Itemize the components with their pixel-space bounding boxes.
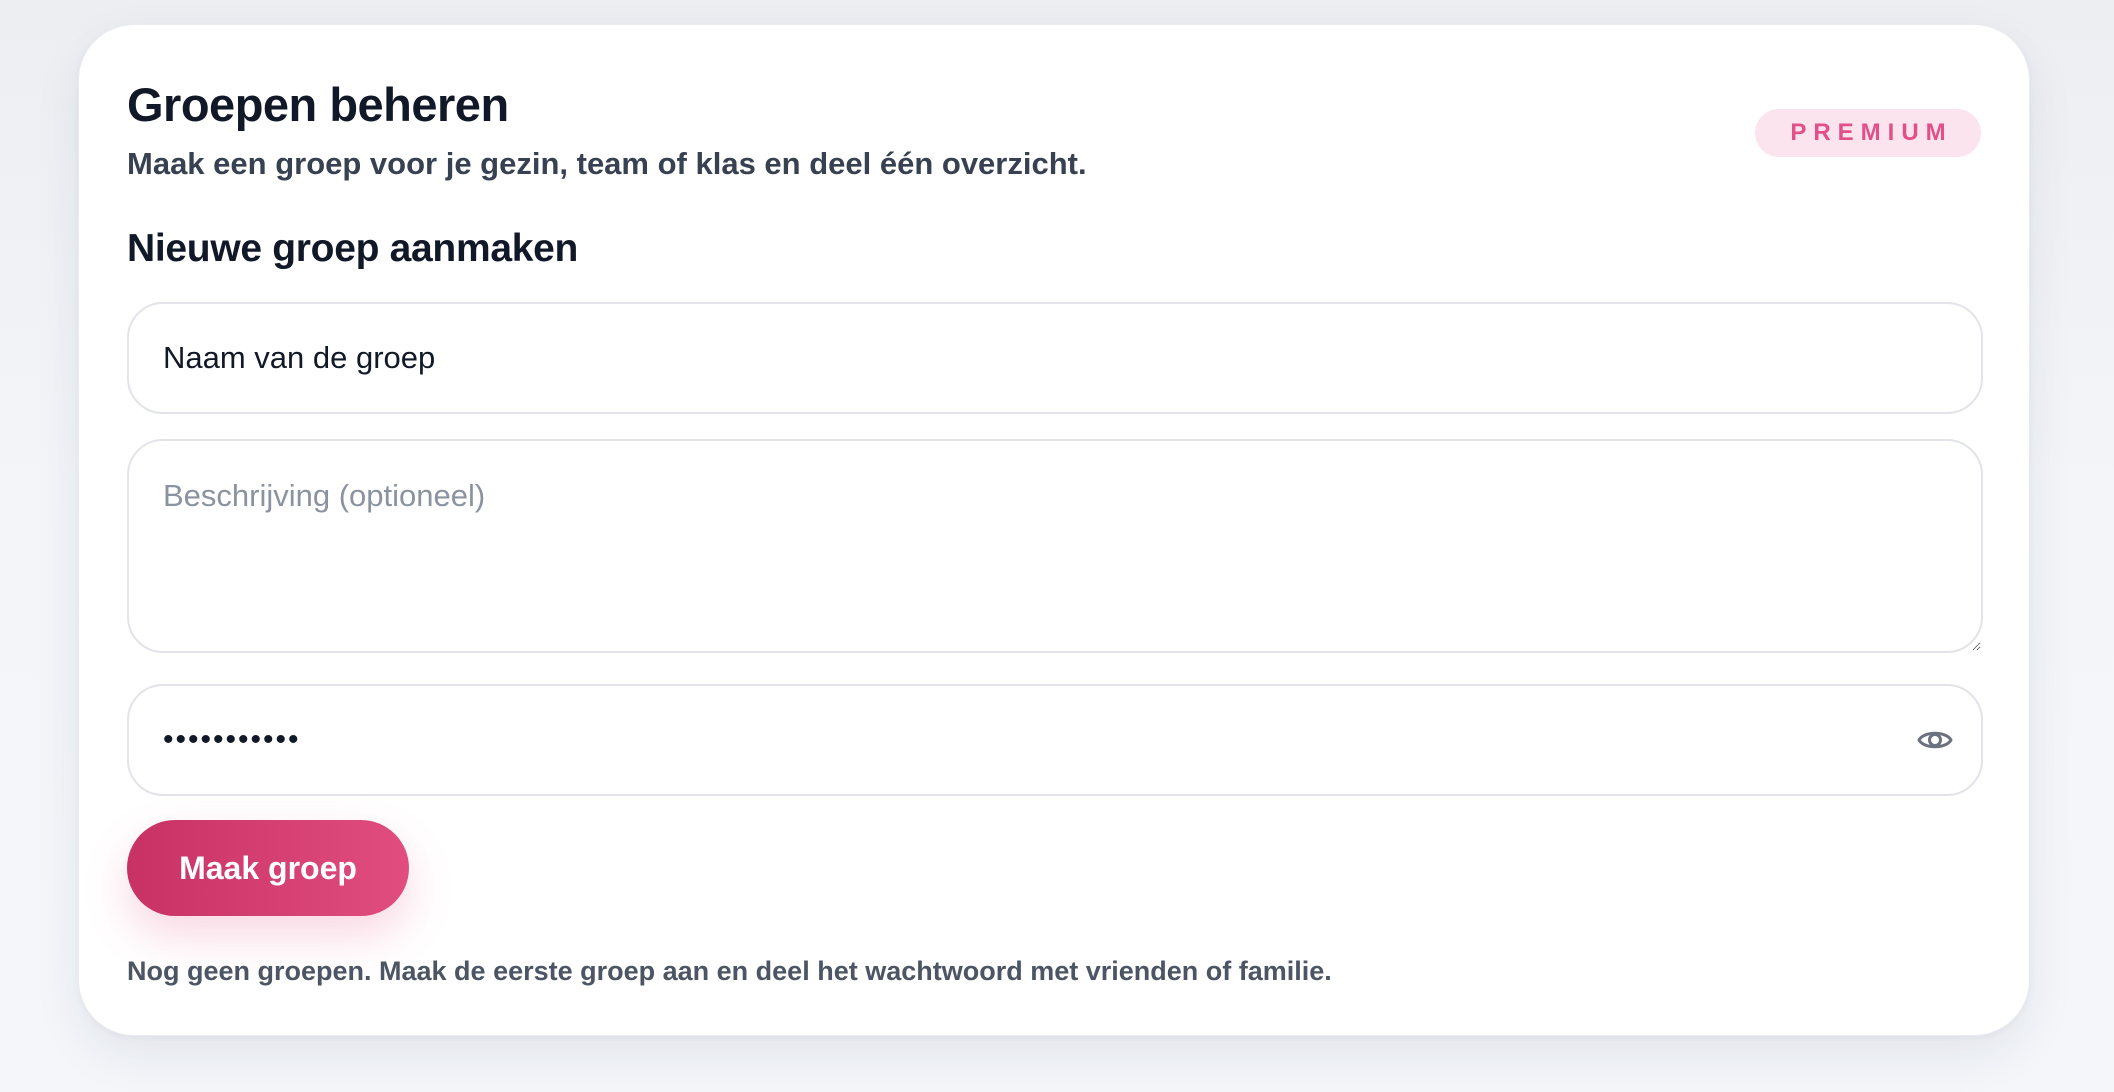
empty-groups-message: Nog geen groepen. Maak de eerste groep a… bbox=[127, 956, 1332, 986]
eye-icon[interactable] bbox=[1915, 720, 1955, 760]
group-description-textarea[interactable] bbox=[127, 439, 1983, 653]
group-password-input[interactable] bbox=[127, 684, 1983, 796]
create-group-section-title: Nieuwe groep aanmaken bbox=[127, 227, 579, 270]
create-group-button[interactable]: Maak groep bbox=[127, 820, 409, 916]
group-management-card: Groepen beheren Maak een groep voor je g… bbox=[78, 24, 2030, 1036]
group-password-field-wrapper bbox=[127, 684, 1983, 796]
premium-badge: PREMIUM bbox=[1755, 109, 1981, 157]
page-title: Groepen beheren bbox=[127, 78, 509, 131]
group-name-input[interactable] bbox=[127, 302, 1983, 414]
page-subtitle: Maak een groep voor je gezin, team of kl… bbox=[127, 146, 1087, 181]
